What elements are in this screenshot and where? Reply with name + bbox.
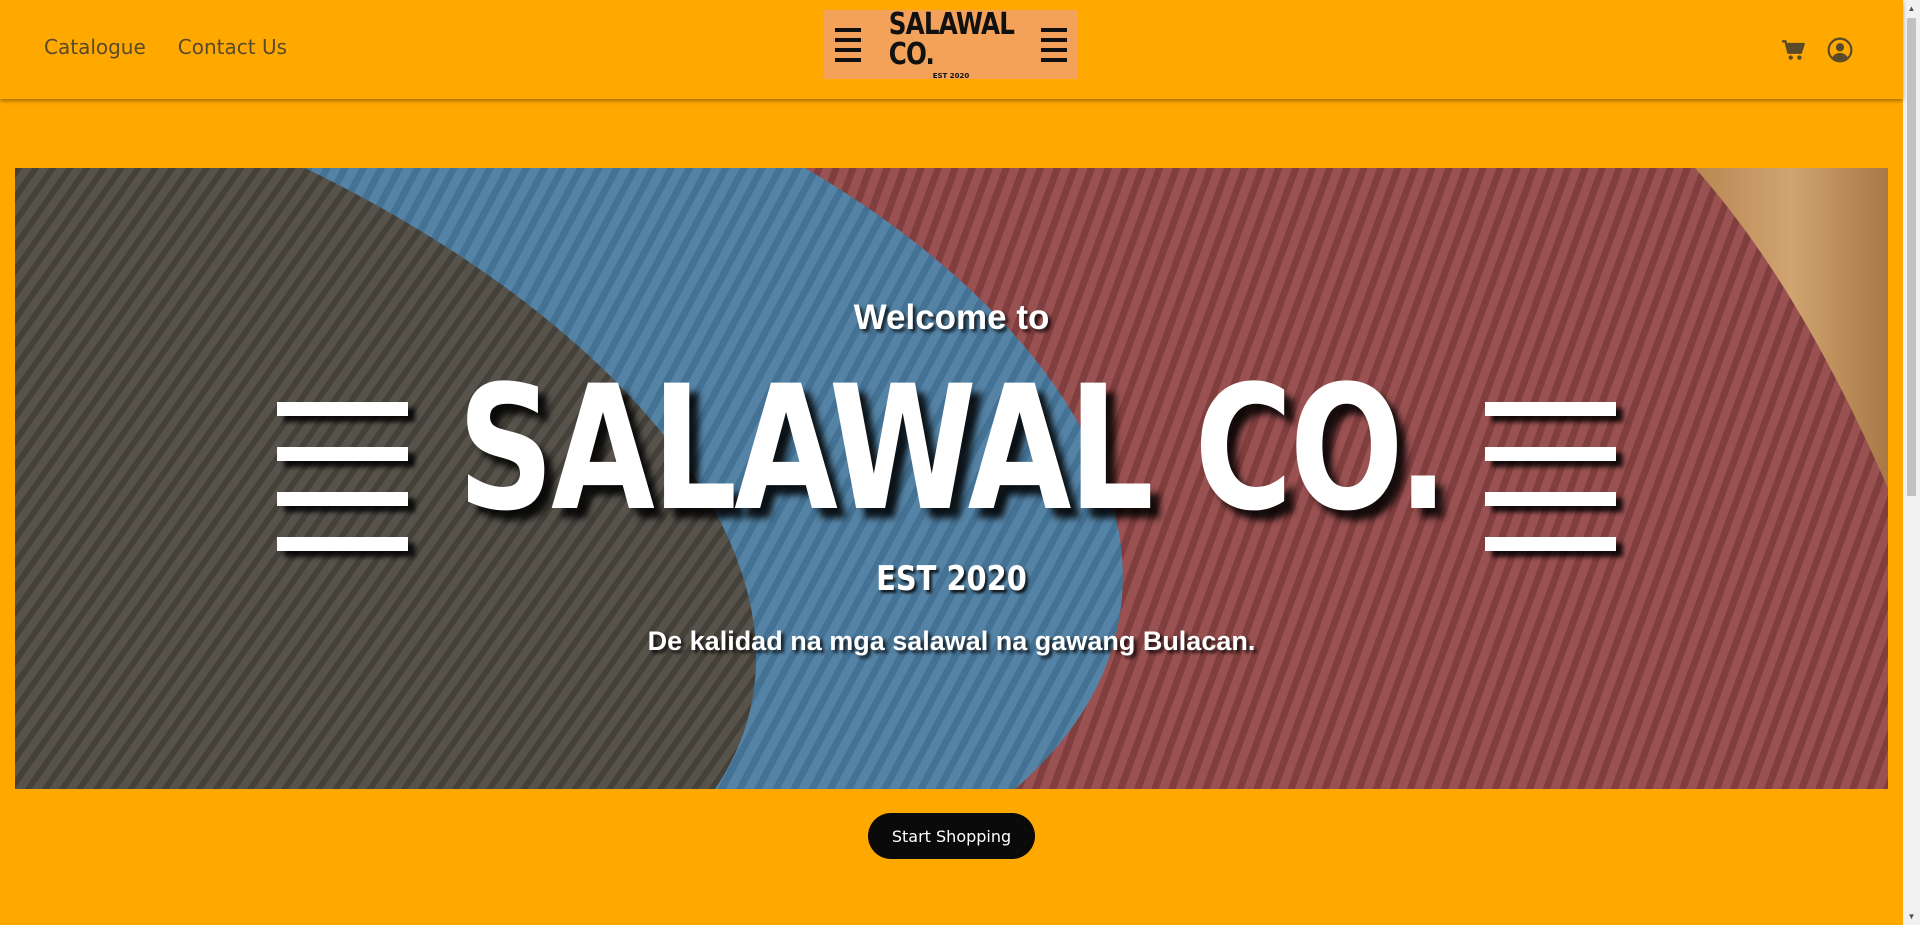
hero-tagline: De kalidad na mga salawal na gawang Bula… bbox=[647, 626, 1256, 656]
scroll-up-arrow-icon[interactable]: ▲ bbox=[1903, 0, 1920, 17]
logo-title: SALAWAL CO. bbox=[888, 6, 1014, 72]
shopping-cart-icon[interactable] bbox=[1781, 37, 1807, 63]
nav-catalogue-link[interactable]: Catalogue bbox=[44, 35, 146, 59]
scrollbar-thumb[interactable] bbox=[1907, 18, 1916, 496]
header-icons bbox=[1781, 37, 1853, 63]
scroll-down-arrow-icon[interactable]: ▼ bbox=[1903, 908, 1920, 925]
hero-welcome-text: Welcome to bbox=[853, 298, 1050, 337]
nav-contact-link[interactable]: Contact Us bbox=[178, 35, 287, 59]
hero-title: SALAWAL CO. bbox=[457, 348, 1449, 549]
start-shopping-button[interactable]: Start Shopping bbox=[868, 813, 1035, 859]
logo-stripes-right bbox=[1041, 27, 1068, 62]
user-circle-icon[interactable] bbox=[1827, 37, 1853, 63]
hero-banner: Welcome to SALAWAL CO. EST 2020 De kalid… bbox=[15, 168, 1888, 789]
hero-est: EST 2020 bbox=[876, 559, 1027, 599]
logo-text: SALAWAL CO. EST 2020 bbox=[875, 6, 1028, 80]
logo-est: EST 2020 bbox=[932, 71, 970, 80]
logo-stripes-left bbox=[834, 27, 861, 62]
vertical-scrollbar[interactable]: ▲ ▼ bbox=[1903, 0, 1920, 925]
main-nav: Catalogue Contact Us bbox=[44, 35, 287, 59]
site-logo[interactable]: SALAWAL CO. EST 2020 bbox=[824, 6, 1078, 80]
page: Catalogue Contact Us SALAWAL CO. EST 202… bbox=[0, 0, 1903, 925]
site-header: Catalogue Contact Us SALAWAL CO. EST 202… bbox=[0, 0, 1903, 99]
